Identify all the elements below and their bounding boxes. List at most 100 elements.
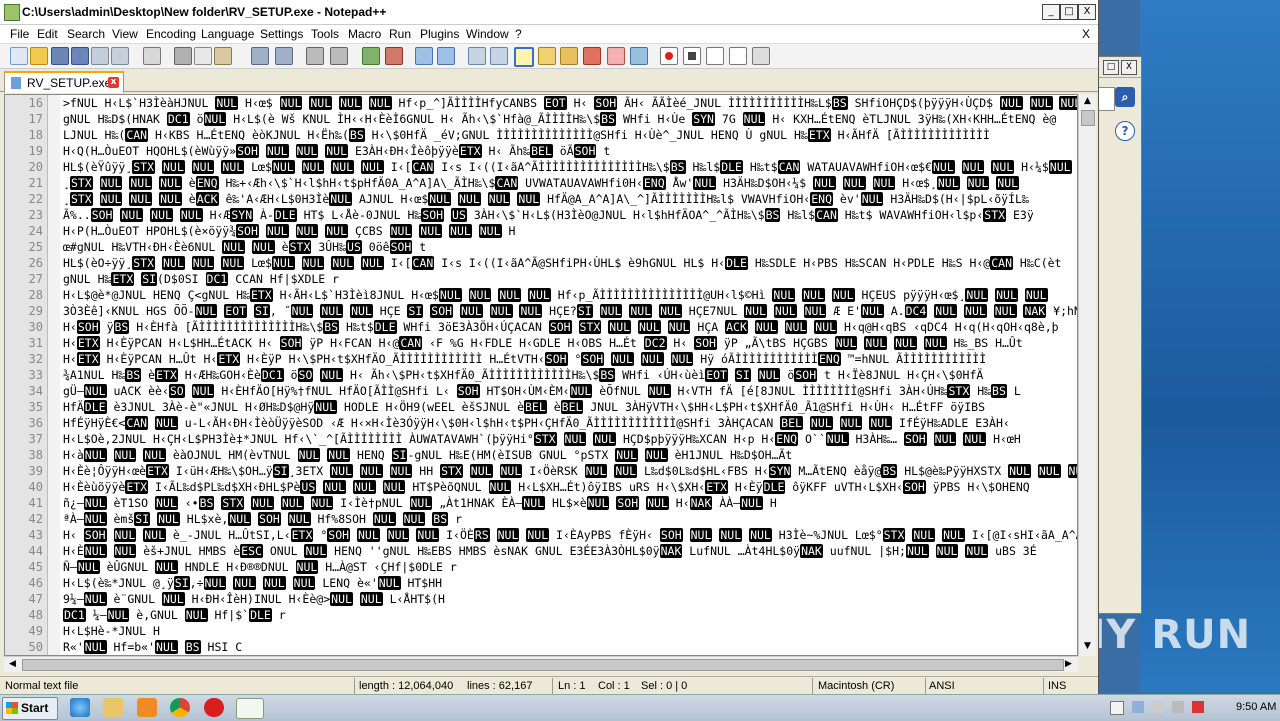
media-player-icon[interactable]: [137, 698, 157, 717]
title-bar[interactable]: C:\Users\admin\Desktop\New folder\RV_SET…: [0, 0, 1098, 25]
play-macro-icon[interactable]: [706, 47, 724, 65]
monitor-icon[interactable]: [607, 47, 625, 65]
cut-icon[interactable]: [174, 47, 192, 65]
paste-icon[interactable]: [214, 47, 232, 65]
tab-close-icon[interactable]: x: [108, 77, 119, 88]
line-text[interactable]: LJNUL H‰(CAN H‹KBS H…ÉtENQ èòKJNUL H‹Ëh‰…: [63, 127, 1077, 143]
line-text[interactable]: Ñ–NUL èÛGNUL NUL HNDLE H‹Ð®®DNUL NUL H…À…: [63, 559, 1077, 575]
menu-language[interactable]: Language: [201, 27, 254, 41]
line-text[interactable]: HL$(èŸûÿÿ¸STX NUL NUL NUL Lœ$NUL NUL NUL…: [63, 159, 1077, 175]
line-text[interactable]: HfÉÿHÿÈ€<CAN NUL u-L‹ÃH‹ÐH‹ÌèòÜÿÿèSOD ‹Æ…: [63, 415, 1077, 431]
line-text[interactable]: ¸STX NUL NUL NUL èENQ H‰+‹Æh‹\$`H‹l$hH‹t…: [63, 175, 1077, 191]
editor-line[interactable]: 46 H‹L$(è‰*JNUL @¸ÿSI,÷NUL NUL NUL NUL LE…: [5, 575, 1077, 591]
editor-line[interactable]: 43 H‹ SOH NUL NUL è_-JNUL H…ÛtSI,L‹ETX °S…: [5, 527, 1077, 543]
close-file-icon[interactable]: [91, 47, 109, 65]
editor-line[interactable]: 27 gNUL H‰ETX SI(D$0SI DC1 CCAN Hf|$XDLE …: [5, 271, 1077, 287]
line-text[interactable]: R«'NUL Hf=b«'NUL BS HSI C: [63, 639, 1077, 655]
insert-mode-status[interactable]: INS: [1048, 680, 1066, 692]
tab-rv-setup[interactable]: RV_SETUP.exe x: [4, 71, 124, 93]
text-editor[interactable]: 16 >fNUL H‹L$`H3ÌèàHJNUL NUL H‹œ$ NUL NUL…: [4, 94, 1078, 656]
editor-line[interactable]: 26 HL$(èO÷ÿÿ¸STX NUL NUL NUL Lœ$NUL NUL N…: [5, 255, 1077, 271]
menu-tools[interactable]: Tools: [311, 27, 339, 41]
menu-encoding[interactable]: Encoding: [146, 27, 196, 41]
editor-line[interactable]: 36 HfÉÿHÿÈ€<CAN NUL u-L‹ÃH‹ÐH‹ÌèòÜÿÿèSOD …: [5, 415, 1077, 431]
editor-line[interactable]: 30 H‹SOH ÿBS H‹ÈHfà [ÃÌÌÌÌÌÌÌÌÌÌÌÌÌÌH‰\$B…: [5, 319, 1077, 335]
editor-line[interactable]: 21 ¸STX NUL NUL NUL èENQ H‰+‹Æh‹\$`H‹l$hH…: [5, 175, 1077, 191]
editor-line[interactable]: 38 H‹àNUL NUL NUL èàOJNUL HM(èvTNUL NUL N…: [5, 447, 1077, 463]
editor-line[interactable]: 49 H‹L$Hè-*JNUL H: [5, 623, 1077, 639]
line-text[interactable]: HL$(èO÷ÿÿ¸STX NUL NUL NUL Lœ$NUL NUL NUL…: [63, 255, 1077, 271]
background-window[interactable]: □ X ⌕ ?: [1096, 56, 1142, 614]
line-text[interactable]: ªÀ–NUL èmšSI NUL HL$xè,NUL SOH NUL Hf%8S…: [63, 511, 1077, 527]
save-all-icon[interactable]: [71, 47, 89, 65]
menu-help[interactable]: ?: [515, 27, 522, 41]
help-icon[interactable]: ?: [1115, 121, 1135, 141]
chrome-icon[interactable]: [170, 698, 190, 717]
editor-line[interactable]: 16 >fNUL H‹L$`H3ÌèàHJNUL NUL H‹œ$ NUL NUL…: [5, 95, 1077, 111]
line-text[interactable]: ¸STX NUL NUL NUL èACK ê‰'A‹ÆH‹L$0H3ÌèNUL…: [63, 191, 1077, 207]
address-field[interactable]: [1097, 87, 1115, 111]
undo-icon[interactable]: [251, 47, 269, 65]
find-icon[interactable]: [306, 47, 324, 65]
close-document-button[interactable]: X: [1082, 27, 1090, 41]
line-text[interactable]: œ#gNUL H‰VTH‹ÐH‹Èè6NUL NUL NUL èSTX 3ÛH‰…: [63, 239, 1077, 255]
editor-line[interactable]: 42 ªÀ–NUL èmšSI NUL HL$xè,NUL SOH NUL Hf%…: [5, 511, 1077, 527]
menu-run[interactable]: Run: [389, 27, 411, 41]
function-list-icon[interactable]: [560, 47, 578, 65]
sync-vertical-icon[interactable]: [415, 47, 433, 65]
editor-line[interactable]: 47 9¼–NUL è¨GNUL NUL H‹ÐH‹ÎèH)INUL H‹Èè@>…: [5, 591, 1077, 607]
editor-line[interactable]: 22 ¸STX NUL NUL NUL èACK ê‰'A‹ÆH‹L$0H3ÌèN…: [5, 191, 1077, 207]
editor-line[interactable]: 23 Ã%..SOH NUL NUL NUL H‹ÆSYN À-DLE HT$ L…: [5, 207, 1077, 223]
line-text[interactable]: gÜ—NUL uACK èè‹SO NUL H‹ÈHfÄO[Hÿ%†fNUL H…: [63, 383, 1077, 399]
indent-guide-icon[interactable]: [514, 47, 534, 67]
maximize-button[interactable]: □: [1060, 4, 1078, 20]
show-all-chars-icon[interactable]: [490, 47, 508, 65]
play-multiple-macro-icon[interactable]: [729, 47, 747, 65]
line-text[interactable]: H‹ÈèùõÿÿèETX I‹ÃL‰d$PL‰d$XH‹ÐHL$PèUS NUL…: [63, 479, 1077, 495]
editor-line[interactable]: 44 H‹ÈNUL NUL èš+JNUL HMBS èESC ONUL NUL …: [5, 543, 1077, 559]
editor-line[interactable]: 29 3Ò3Èê]‹KNUL HGS ÕÕ-NUL EOT SI, ˝NUL NU…: [5, 303, 1077, 319]
line-text[interactable]: >fNUL H‹L$`H3ÌèàHJNUL NUL H‹œ$ NUL NUL N…: [63, 95, 1077, 111]
vertical-scrollbar[interactable]: ▲ ▼: [1078, 94, 1096, 656]
editor-line[interactable]: 19 H‹Q(H…ÒuEOT HQOHL$(èWùÿÿ»SOH NUL NUL N…: [5, 143, 1077, 159]
scroll-up-icon[interactable]: ▲: [1081, 95, 1094, 108]
close-icon[interactable]: X: [1121, 60, 1137, 75]
encoding-status[interactable]: ANSI: [929, 680, 955, 692]
line-text[interactable]: DC1 ¼–NUL è,GNUL NUL Hf|$`DLE r: [63, 607, 1077, 623]
start-button[interactable]: Start: [2, 697, 58, 720]
file-explorer-icon[interactable]: [103, 698, 123, 717]
search-icon[interactable]: ⌕: [1115, 87, 1135, 107]
flag-icon[interactable]: [1110, 701, 1124, 715]
save-macro-icon[interactable]: [752, 47, 770, 65]
stop-macro-icon[interactable]: [683, 47, 701, 65]
volume-icon[interactable]: [1172, 701, 1184, 713]
scroll-down-icon[interactable]: ▼: [1081, 640, 1094, 653]
editor-line[interactable]: 37 H‹L$Oè,2JNUL H‹ÇH‹L$PH3Ìè‡*JNUL Hf‹\`_…: [5, 431, 1077, 447]
editor-line[interactable]: 24 H‹P(H…ÒuEOT HPOHL$(è×öÿÿ¾SOH NUL NUL N…: [5, 223, 1077, 239]
eye-icon[interactable]: [630, 47, 648, 65]
editor-line[interactable]: 39 H‹Èè¦ÔÿÿH‹œèETX I‹üH‹ÆH‰\$OH…ÿSI¸3ETX …: [5, 463, 1077, 479]
scroll-right-icon[interactable]: ▶: [1062, 658, 1075, 671]
editor-line[interactable]: 35 HfÄDLE è3JNUL 3Àè-è"«JNUL H‹ØH‰D$@HÿNU…: [5, 399, 1077, 415]
editor-line[interactable]: 31 H‹ETX H‹ÈÿPCAN H‹L$HH…ÉtACK H‹ SOH ÿP …: [5, 335, 1077, 351]
zoom-out-icon[interactable]: [385, 47, 403, 65]
editor-line[interactable]: 20 HL$(èŸûÿÿ¸STX NUL NUL NUL Lœ$NUL NUL N…: [5, 159, 1077, 175]
doc-map-icon[interactable]: [538, 47, 556, 65]
line-text[interactable]: 3Ò3Èê]‹KNUL HGS ÕÕ-NUL EOT SI, ˝NUL NUL …: [63, 303, 1077, 319]
notepadpp-taskbar-button[interactable]: [236, 698, 264, 719]
line-text[interactable]: H‹SOH ÿBS H‹ÈHfà [ÃÌÌÌÌÌÌÌÌÌÌÌÌÌÌH‰\$BS …: [63, 319, 1077, 335]
zoom-in-icon[interactable]: [362, 47, 380, 65]
line-text[interactable]: H‹ÈNUL NUL èš+JNUL HMBS èESC ONUL NUL HE…: [63, 543, 1077, 559]
menu-edit[interactable]: Edit: [37, 27, 58, 41]
horizontal-scroll-thumb[interactable]: [22, 659, 1064, 671]
menu-window[interactable]: Window: [466, 27, 509, 41]
menu-macro[interactable]: Macro: [348, 27, 381, 41]
line-text[interactable]: H‹P(H…ÒuEOT HPOHL$(è×öÿÿ¾SOH NUL NUL NUL…: [63, 223, 1077, 239]
line-text[interactable]: 9¼–NUL è¨GNUL NUL H‹ÐH‹ÎèH)INUL H‹Èè@>NU…: [63, 591, 1077, 607]
close-button[interactable]: X: [1078, 4, 1096, 20]
editor-line[interactable]: 45 Ñ–NUL èÛGNUL NUL HNDLE H‹Ð®®DNUL NUL H…: [5, 559, 1077, 575]
line-text[interactable]: Ã%..SOH NUL NUL NUL H‹ÆSYN À-DLE HT$ L‹Å…: [63, 207, 1077, 223]
print-icon[interactable]: [143, 47, 161, 65]
line-text[interactable]: ¾A1NUL H‰BS èETX H‹ÆH‰GOH‹ÈèDC1 öSO NUL …: [63, 367, 1077, 383]
menu-plugins[interactable]: Plugins: [420, 27, 459, 41]
